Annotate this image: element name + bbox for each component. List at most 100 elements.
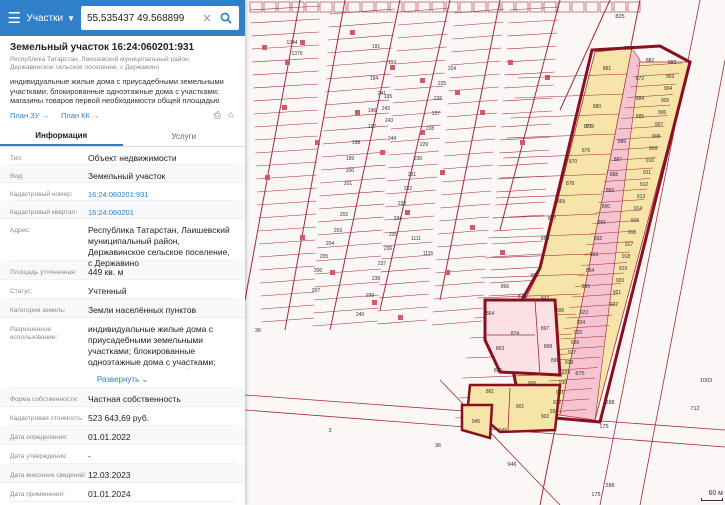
- lot-line: [257, 213, 317, 219]
- parcel-number: 873: [624, 46, 633, 52]
- lot-line: [437, 242, 488, 248]
- parcel-number: 244: [388, 136, 397, 142]
- lot-line: [438, 229, 489, 235]
- lot-line: [323, 125, 389, 132]
- top-lot: [305, 1, 319, 13]
- parcel-number: 240: [356, 312, 365, 318]
- top-lot: [403, 1, 417, 13]
- scale-label: 60 м: [708, 490, 723, 497]
- search-input[interactable]: [87, 12, 199, 24]
- building-marker: [508, 60, 513, 65]
- building-marker: [455, 90, 460, 95]
- menu-icon[interactable]: ☰: [6, 7, 22, 29]
- lot-line: [508, 19, 559, 24]
- type-value: Объект недвижимости: [88, 153, 177, 163]
- lot-line: [328, 21, 394, 28]
- map-label: 825: [615, 14, 624, 20]
- parcel-number: 874: [511, 331, 520, 337]
- lot-line: [395, 59, 446, 65]
- parcel-number: 200: [346, 168, 355, 174]
- parcel-number: 226: [434, 96, 443, 102]
- parcel-number: 911: [643, 170, 651, 176]
- lot-line: [490, 266, 541, 271]
- lot-line: [254, 109, 318, 115]
- star-icon[interactable]: ☆: [227, 110, 235, 121]
- top-lot: [571, 1, 585, 13]
- entry-date-value: 12.03.2023: [88, 470, 131, 480]
- parcel-number: 918: [622, 254, 631, 260]
- parcel-number: 925: [574, 330, 583, 336]
- building-marker: [440, 170, 445, 175]
- print-icon[interactable]: ⎙: [214, 110, 221, 121]
- def-date-label: Дата определения:: [10, 434, 68, 441]
- map-label: 946: [507, 462, 516, 468]
- expand-button[interactable]: Развернуть ⌄: [10, 373, 235, 387]
- chevron-down-icon: ▼: [67, 13, 75, 23]
- parcel-number: 903: [666, 74, 675, 80]
- parcel-number: 896: [556, 308, 565, 314]
- parcel-number: 197: [368, 124, 377, 130]
- parcel-number: 926: [571, 340, 580, 346]
- lot-line: [255, 148, 318, 154]
- info-panel: ☰ Участки ▼ ✕ Земельный участок 16:24:06…: [0, 0, 245, 505]
- building-marker: [330, 270, 335, 275]
- tab-services[interactable]: Услуги: [123, 127, 246, 146]
- parcel-number: 890: [602, 204, 611, 210]
- row-cad-quarter: Кадастровый квартал: 16:24:060201: [0, 201, 245, 219]
- lot-line: [255, 161, 318, 167]
- lot-line: [442, 177, 493, 183]
- building-marker: [405, 210, 410, 215]
- tab-info[interactable]: Информация: [0, 127, 123, 146]
- search-icon[interactable]: [217, 9, 235, 27]
- parcel-number: 945: [472, 419, 481, 425]
- parcel-number: 236: [384, 246, 393, 252]
- parcel-number: 205: [320, 254, 329, 260]
- appr-date-value: -: [88, 451, 91, 461]
- row-type: Тип: Объект недвижимости: [10, 147, 235, 165]
- type-label: Тип:: [10, 155, 23, 162]
- lot-line: [325, 73, 391, 80]
- parcel-number: 877: [548, 216, 557, 222]
- lot-line: [385, 202, 436, 208]
- parcel-number: 898: [544, 344, 553, 350]
- top-lot: [249, 1, 263, 13]
- cad-number-link[interactable]: 16:24:060201:931: [88, 183, 235, 200]
- building-marker: [300, 40, 305, 45]
- building-marker: [300, 235, 305, 240]
- building-marker: [265, 175, 270, 180]
- row-area: Площадь уточненная: 449 кв. м: [0, 261, 245, 280]
- parcel-number: 909: [649, 146, 658, 152]
- clear-icon[interactable]: ✕: [201, 12, 213, 25]
- lot-line: [320, 177, 386, 184]
- def-date-value: 01.01.2022: [88, 432, 131, 442]
- parcel-number: 865: [494, 368, 503, 374]
- parcel-number: 908: [652, 134, 661, 140]
- building-marker: [480, 110, 485, 115]
- map-label: 1003: [700, 378, 712, 384]
- top-lot: [277, 1, 291, 13]
- lot-line: [377, 306, 428, 312]
- top-lot: [613, 1, 627, 13]
- lot-line: [259, 265, 316, 271]
- lot-line: [259, 252, 316, 258]
- lot-line: [444, 138, 495, 144]
- plan-kk-link[interactable]: План КК →: [61, 111, 100, 120]
- area-label: Площадь уточненная:: [10, 269, 77, 276]
- cad-quarter-link[interactable]: 16:24:060201: [88, 201, 235, 218]
- lot-line: [253, 83, 319, 89]
- lot-line: [440, 203, 491, 209]
- parcel-number: 902: [541, 414, 550, 420]
- plan-zu-link[interactable]: План ЗУ →: [10, 111, 49, 120]
- lot-line: [498, 162, 549, 167]
- parcel-number: 225: [438, 81, 447, 87]
- category-select[interactable]: Участки ▼: [26, 13, 75, 24]
- building-marker: [420, 130, 425, 135]
- top-lot: [347, 1, 361, 13]
- top-lot: [459, 1, 473, 13]
- parcel-number: 922: [610, 302, 619, 308]
- parcel-number: 947: [541, 296, 550, 302]
- lot-line: [255, 135, 318, 141]
- parcel-number: 866: [501, 284, 510, 290]
- lot-line: [449, 73, 500, 79]
- building-marker: [355, 110, 360, 115]
